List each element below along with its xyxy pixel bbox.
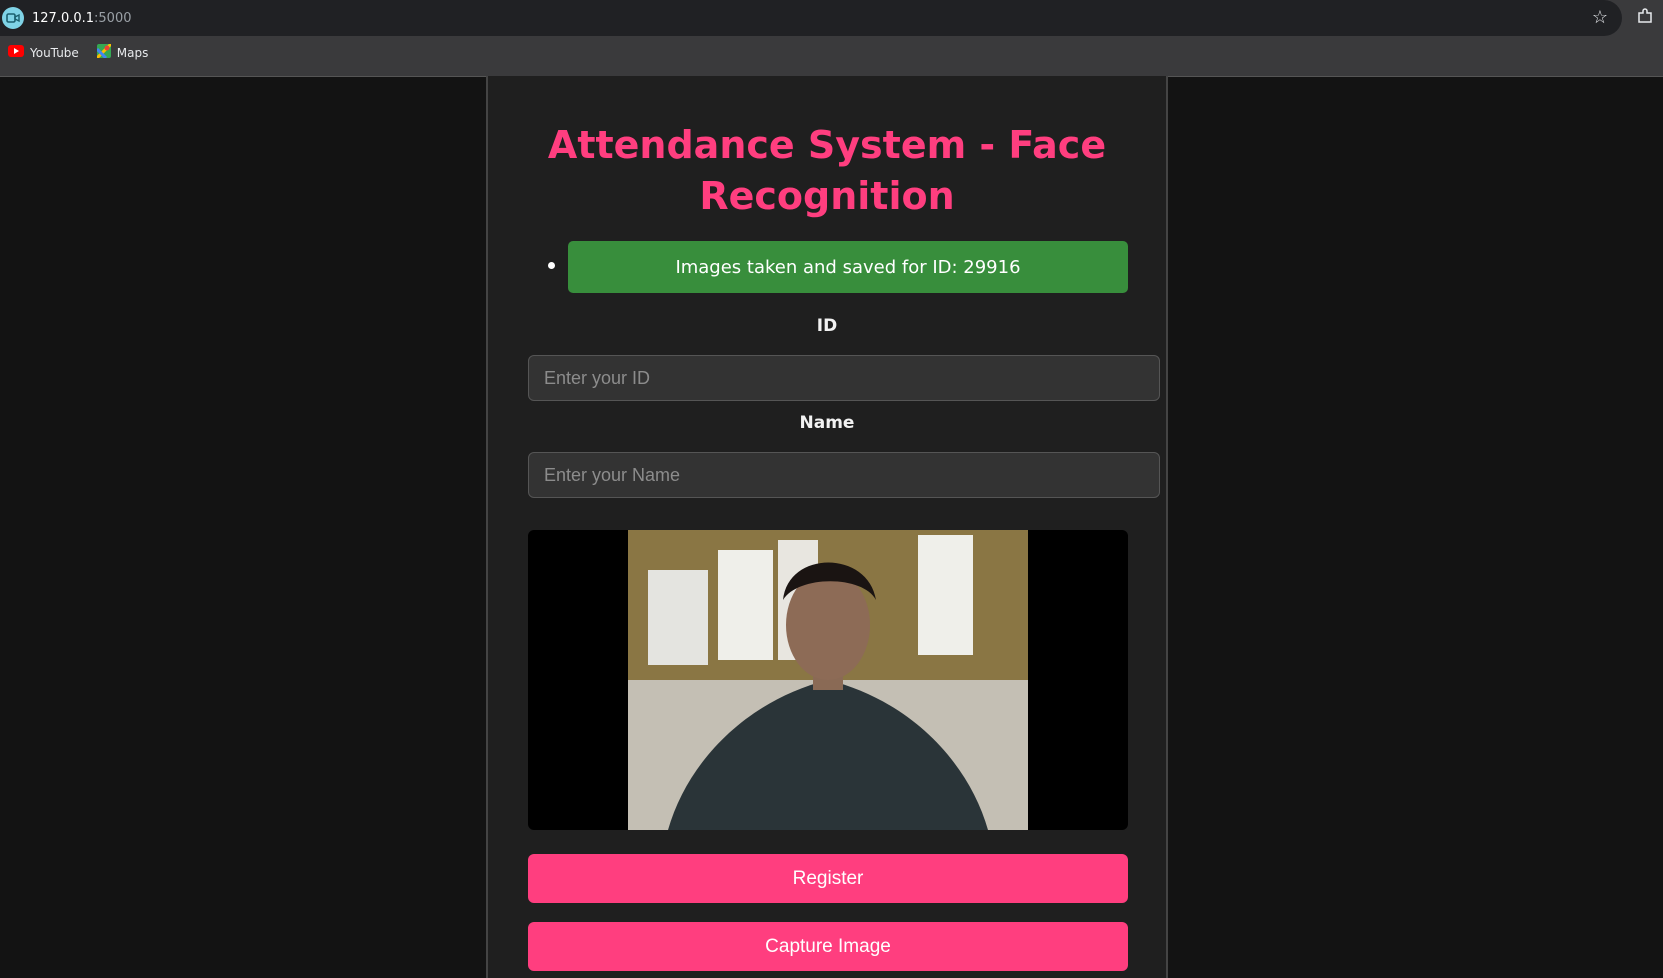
bookmark-maps[interactable]: Maps bbox=[95, 42, 149, 61]
bookmark-youtube-label: YouTube bbox=[30, 45, 79, 60]
webcam-feed-image bbox=[628, 530, 1028, 830]
capture-image-button[interactable]: Capture Image bbox=[528, 922, 1128, 971]
address-bar[interactable]: 127.0.0.1:5000 ☆ bbox=[0, 0, 1622, 36]
url-port: :5000 bbox=[94, 10, 132, 26]
bookmark-maps-label: Maps bbox=[116, 45, 149, 60]
youtube-icon bbox=[8, 45, 24, 60]
url-text[interactable]: 127.0.0.1:5000 bbox=[32, 11, 132, 26]
extensions-icon[interactable] bbox=[1636, 7, 1654, 30]
bookmark-star-icon[interactable]: ☆ bbox=[1592, 7, 1608, 27]
id-input[interactable] bbox=[528, 355, 1160, 401]
register-button[interactable]: Register bbox=[528, 854, 1128, 903]
url-host: 127.0.0.1 bbox=[32, 10, 95, 26]
camera-icon bbox=[2, 7, 24, 29]
webcam-video bbox=[528, 530, 1128, 830]
flash-success-message: Images taken and saved for ID: 29916 bbox=[568, 241, 1128, 293]
id-label: ID bbox=[816, 316, 838, 336]
page-title: Attendance System - Face Recognition bbox=[547, 123, 1107, 218]
attendance-card: Attendance System - Face Recognition Ima… bbox=[486, 76, 1168, 978]
name-input[interactable] bbox=[528, 452, 1160, 498]
browser-chrome: 127.0.0.1:5000 ☆ YouTube Maps bbox=[0, 0, 1663, 77]
name-label: Name bbox=[799, 413, 855, 433]
bookmark-youtube[interactable]: YouTube bbox=[8, 44, 79, 61]
maps-icon bbox=[95, 42, 112, 61]
bookmarks-bar: YouTube Maps bbox=[8, 42, 149, 61]
flash-list-bullet bbox=[548, 262, 555, 269]
